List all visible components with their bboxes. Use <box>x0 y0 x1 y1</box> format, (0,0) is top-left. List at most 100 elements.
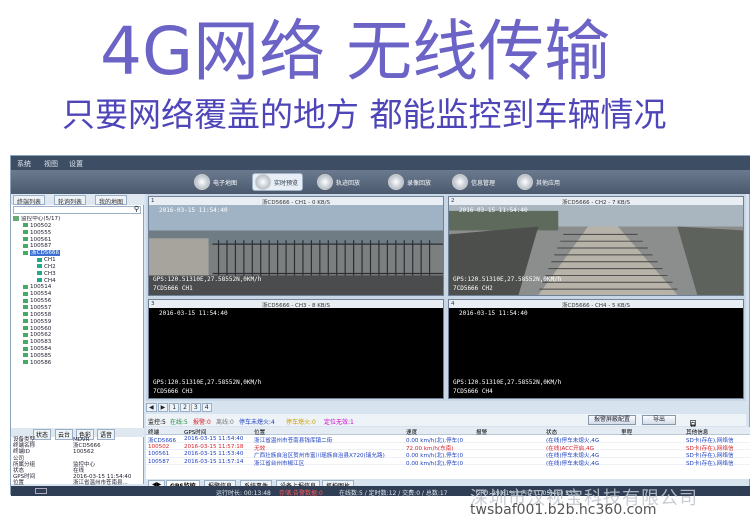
device-item[interactable]: 100583 <box>13 339 143 346</box>
vehicle-icon <box>23 223 28 228</box>
tab-device-list[interactable]: 终端列表 <box>13 195 46 206</box>
video-panel-2[interactable]: 2 浙CD5666 - CH2 - 7 KB/S 2016-03-15 11:54:… <box>448 196 744 296</box>
osd-timestamp: 2016-03-15 11:54:40 <box>459 310 528 317</box>
table-row[interactable]: 100587 2016-03-15 11:57:14 浙江省台州市椒江区 0.00 k… <box>146 458 750 467</box>
device-item[interactable]: 100514 <box>13 284 143 291</box>
device-item[interactable]: 100556 <box>13 298 143 305</box>
table-cell: 100561 <box>148 451 170 457</box>
video-grid: 1 浙CD5666 - CH1 - 0 KB/S 2016-03-15 11:54:… <box>146 194 746 401</box>
menu-bar: 系统 视图 设置 <box>11 156 750 170</box>
osd-gps: GPS:120.51310E,27.58552N,0KM/h <box>453 276 562 283</box>
watermark-footer: 深圳市汉视宝科技有限公司 twsbaf001.b2b.hc360.com <box>0 488 750 521</box>
video-panel-1[interactable]: 1 浙CD5666 - CH1 - 0 KB/S 2016-03-15 11:54:… <box>148 196 444 296</box>
device-tree: 监控中心(5/17) 100502 100555 100561 100587 浙CD56… <box>13 216 143 428</box>
osd-timestamp: 2016-03-15 11:54:40 <box>459 207 528 214</box>
table-row[interactable]: 100561 2016-03-15 11:53:40 广西壮族自治区贺州市富川瑶族自… <box>146 450 750 459</box>
video-panel-4[interactable]: 4 浙CD5666 - CH4 - 5 KB/S 2016-03-15 11:54:… <box>448 299 744 399</box>
osd-gps: GPS:120.51310E,27.58552N,0KM/h <box>153 379 262 386</box>
track-icon <box>317 174 333 190</box>
video-pager: ◀ ▶ 1 2 3 4 <box>146 403 746 412</box>
osd-timestamp: 2016-03-15 11:54:40 <box>159 310 228 317</box>
device-item[interactable]: 100586 <box>13 360 143 367</box>
search-icon: ⚲ <box>133 205 139 213</box>
menu-system[interactable]: 系统 <box>17 159 31 169</box>
main-toolbar: 电子地图 实时预览 轨迹回放 录像回放 信息管理 其他应用 <box>11 170 750 194</box>
toolbar-track-playback-button[interactable]: 轨迹回放 <box>317 173 360 191</box>
count-online: 在线:5 <box>170 419 188 426</box>
device-item[interactable]: 100554 <box>13 291 143 298</box>
vehicle-icon <box>23 250 28 255</box>
collapse-button[interactable] <box>35 488 47 494</box>
left-tab-bar: 终端列表 轮询列表 我的地图 <box>11 194 144 206</box>
page-3[interactable]: 3 <box>190 403 201 412</box>
info-icon <box>452 174 468 190</box>
tree-root[interactable]: 监控中心(5/17) <box>13 216 143 223</box>
table-row[interactable]: 100502 2016-03-15 11:57:18 无效 72.00 km/h(东南… <box>146 443 750 452</box>
device-item[interactable]: 100561 <box>13 237 143 244</box>
app-window: 系统 视图 设置 电子地图 实时预览 轨迹回放 录像回放 信息管理 其他应用 终… <box>10 155 750 499</box>
monitor-status-line: 监控:5 在线:5 报警:0 离线:0 停车未熄火:4 停车熄火:0 定位无效:… <box>146 414 746 456</box>
device-item[interactable]: 100557 <box>13 305 143 312</box>
camera-channel-icon <box>37 278 42 283</box>
osd-channel: 7CD5666 CH4 <box>453 388 493 395</box>
vehicle-icon <box>23 237 28 242</box>
count-parked-engine-off: 停车熄火:0 <box>286 419 316 426</box>
table-cell: 2016-03-15 11:53:40 <box>184 451 244 457</box>
tab-my-map[interactable]: 我的地图 <box>95 195 128 206</box>
count-alarm: 报警:0 <box>193 419 211 426</box>
video-panel-3[interactable]: 3 浙CD5666 - CH3 - 8 KB/S 2016-03-15 11:54:… <box>148 299 444 399</box>
device-item[interactable]: 100559 <box>13 319 143 326</box>
device-item[interactable]: 100562 <box>13 332 143 339</box>
tab-poll-list[interactable]: 轮询列表 <box>54 195 87 206</box>
vehicle-icon <box>23 243 28 248</box>
table-cell: (在线)停车未熄火,4G <box>546 460 600 467</box>
alarm-mask-config-button[interactable]: 报警屏蔽配置 <box>588 415 636 425</box>
menu-view[interactable]: 视图 <box>44 159 58 169</box>
vehicle-icon <box>23 353 28 358</box>
device-search-input[interactable]: ⚲ <box>13 205 141 214</box>
device-info-panel: 设备类型 MDVR 终端名称 浙CD5666 终端ID 100562 公司 所属分组 监控中心状… <box>11 437 144 499</box>
table-row[interactable]: 浙CD5666 2016-03-15 11:54:40 浙江省温州市苍南县钱库镇二街… <box>146 435 750 444</box>
pager-prev[interactable]: ◀ <box>146 403 157 412</box>
menu-settings[interactable]: 设置 <box>69 159 83 169</box>
vehicle-icon <box>23 230 28 235</box>
device-item[interactable]: 100558 <box>13 312 143 319</box>
vehicle-icon <box>23 360 28 365</box>
promo-title: 4G网络 无线传输 <box>100 13 611 90</box>
vehicle-icon <box>23 284 28 289</box>
device-item[interactable]: 100584 <box>13 346 143 353</box>
toolbar-emap-button[interactable]: 电子地图 <box>194 173 237 191</box>
page-2[interactable]: 2 <box>180 403 190 412</box>
vehicle-icon <box>23 339 28 344</box>
device-item[interactable]: 100560 <box>13 326 143 333</box>
count-monitor: 监控:5 <box>148 419 166 426</box>
pager-next[interactable]: ▶ <box>157 403 169 412</box>
toolbar-live-preview-button[interactable]: 实时预览 <box>252 173 304 191</box>
osd-channel: 7CD5666 CH1 <box>153 285 193 292</box>
page-1[interactable]: 1 <box>169 403 180 412</box>
toolbar-other-apps-button[interactable]: 其他应用 <box>517 173 560 191</box>
toolbar-info-manage-button[interactable]: 信息管理 <box>452 173 495 191</box>
device-item[interactable]: 100555 <box>13 230 143 237</box>
device-item[interactable]: 100502 <box>13 223 143 230</box>
table-cell: 2016-03-15 11:57:14 <box>184 458 244 465</box>
vehicle-icon <box>23 319 28 324</box>
table-cell: 100587 <box>148 458 170 465</box>
vehicle-icon <box>23 346 28 351</box>
channel-item[interactable]: CH2 <box>13 264 143 271</box>
osd-gps: GPS:120.51310E,27.58552N,0KM/h <box>153 276 262 283</box>
device-item[interactable]: 浙CD5666 <box>13 250 143 257</box>
table-cell: 2016-03-15 11:57:18 <box>184 443 244 450</box>
device-item[interactable]: 100585 <box>13 353 143 360</box>
table-cell: 浙江省台州市椒江区 <box>254 460 305 467</box>
table-cell: 100502 <box>148 443 170 450</box>
channel-item[interactable]: CH3 <box>13 271 143 278</box>
export-button[interactable]: 导出 <box>642 415 676 425</box>
channel-item[interactable]: CH4 <box>13 278 143 285</box>
page-4[interactable]: 4 <box>201 403 212 412</box>
channel-item[interactable]: CH1 <box>13 257 143 264</box>
camera-channel-icon <box>37 257 42 262</box>
vehicle-icon <box>23 305 28 310</box>
toolbar-video-playback-button[interactable]: 录像回放 <box>388 173 431 191</box>
vehicle-icon <box>23 298 28 303</box>
